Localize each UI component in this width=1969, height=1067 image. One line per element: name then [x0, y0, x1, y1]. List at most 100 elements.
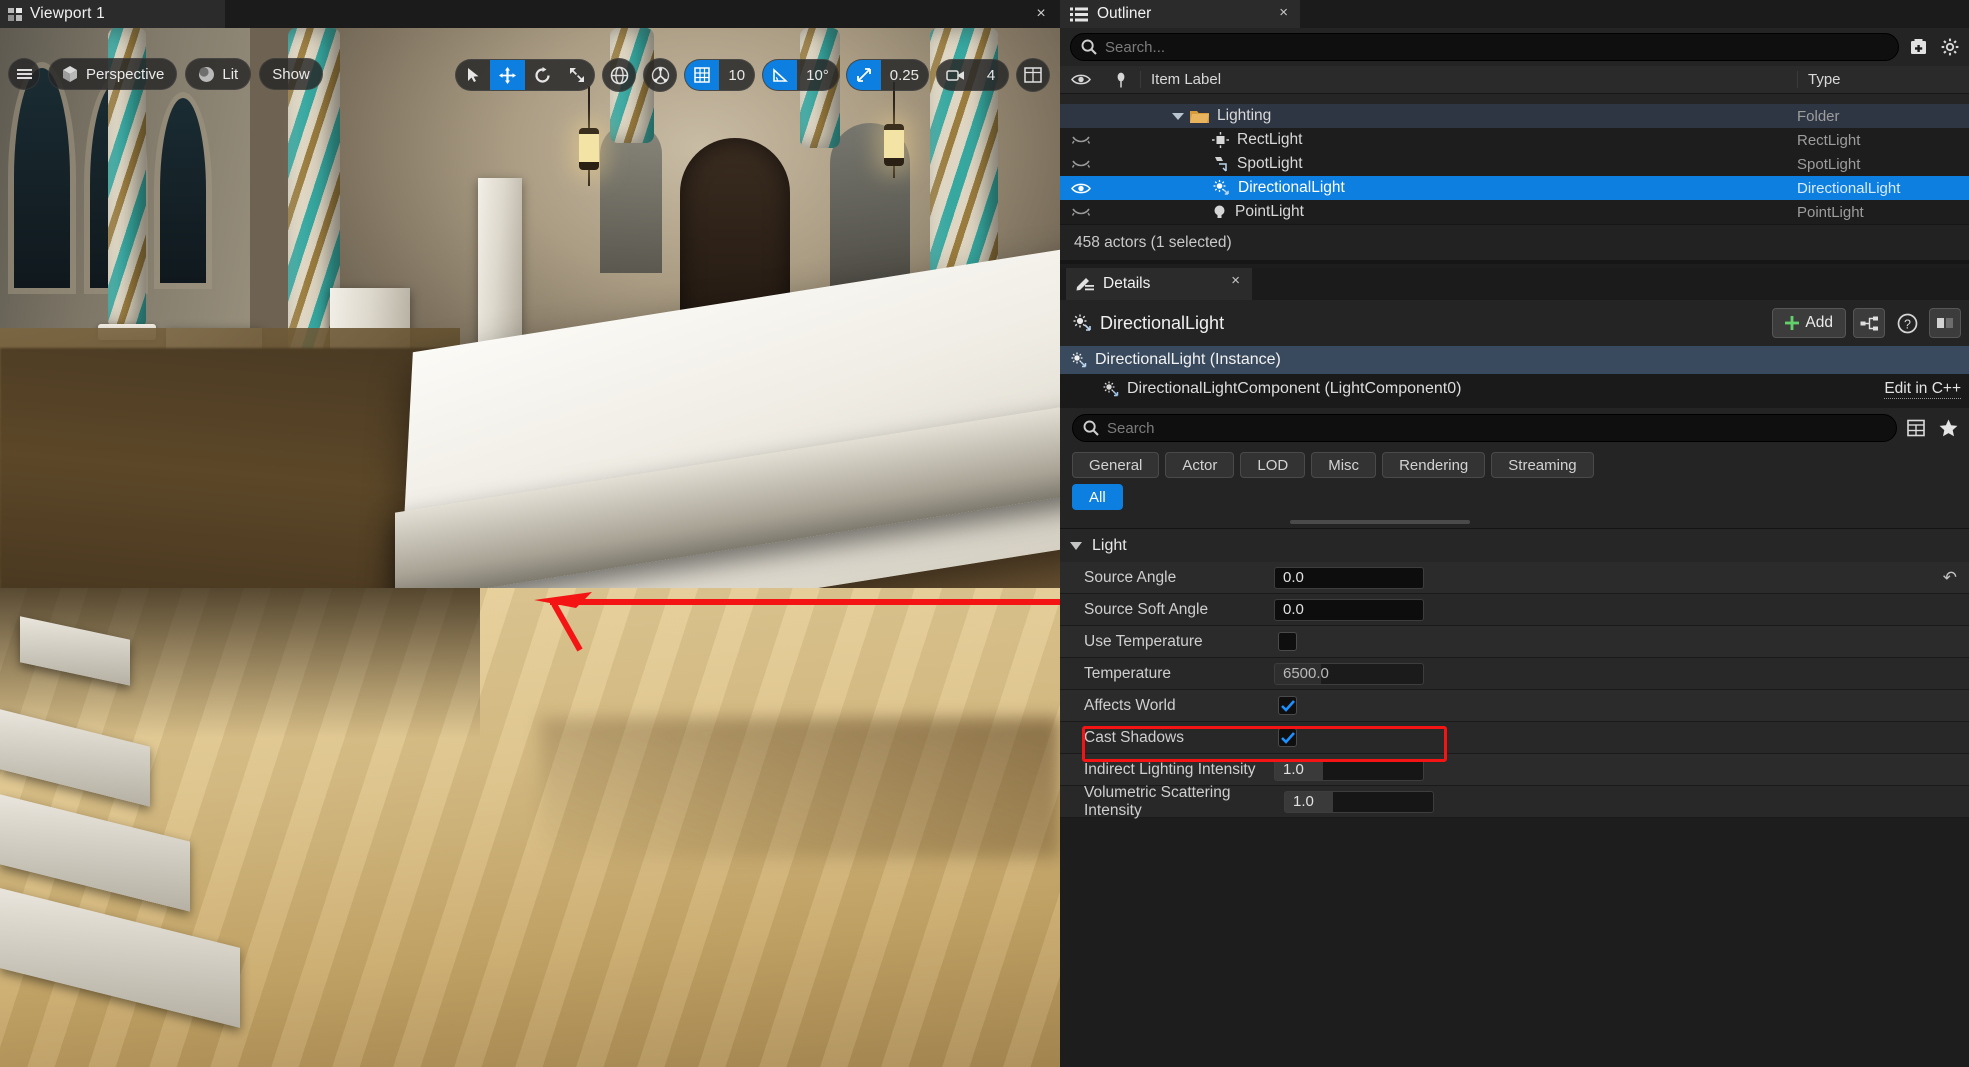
property-row-temperature[interactable]: Temperature 6500.0 [1060, 658, 1969, 690]
column-pin-icon[interactable] [1102, 72, 1140, 88]
cast-shadows-checkbox[interactable] [1278, 728, 1297, 747]
add-component-button[interactable]: Add [1772, 308, 1846, 338]
move-tool-icon[interactable] [490, 60, 526, 90]
table-row-rectlight[interactable]: RectLight RectLight [1060, 128, 1969, 152]
scale-snap-value[interactable]: 0.25 [881, 60, 928, 90]
row-visibility-toggle[interactable] [1060, 159, 1102, 169]
row-visibility-toggle[interactable] [1060, 182, 1102, 195]
row-visibility-toggle[interactable] [1060, 135, 1102, 145]
camera-speed-icon[interactable] [937, 60, 974, 90]
viewport-render-scene[interactable] [0, 28, 1060, 1067]
outliner-search-input[interactable] [1105, 38, 1888, 56]
eye-closed-icon [1071, 136, 1091, 144]
show-menu-button[interactable]: Show [259, 58, 323, 90]
table-row-spotlight[interactable]: SpotLight SpotLight [1060, 152, 1969, 176]
chevron-down-icon[interactable] [1172, 112, 1184, 120]
add-folder-icon[interactable] [1905, 34, 1931, 60]
filter-tab-streaming[interactable]: Streaming [1491, 452, 1594, 478]
property-value-wrap [1270, 632, 1969, 651]
details-actor-name: DirectionalLight [1100, 312, 1225, 333]
tab-details[interactable]: Details × [1066, 268, 1252, 300]
source-soft-angle-input[interactable]: 0.0 [1274, 598, 1424, 621]
eye-open-icon [1071, 183, 1091, 193]
component-row-child[interactable]: DirectionalLightComponent (LightComponen… [1060, 374, 1969, 404]
scale-tool-icon[interactable] [560, 60, 594, 90]
property-row-indirect-lighting-intensity[interactable]: Indirect Lighting Intensity 1.0 [1060, 754, 1969, 786]
viewport-tabbar: Viewport 1 × [0, 0, 1060, 28]
table-row-directionallight[interactable]: DirectionalLight DirectionalLight [1060, 176, 1969, 200]
indirect-lighting-intensity-input[interactable]: 1.0 [1274, 758, 1424, 781]
blueprint-graph-icon[interactable] [1853, 308, 1885, 338]
viewport-tab-close-icon[interactable]: × [1032, 5, 1050, 23]
property-row-use-temperature[interactable]: Use Temperature [1060, 626, 1969, 658]
filter-tab-all[interactable]: All [1072, 484, 1123, 510]
camera-speed-value[interactable]: 4 [974, 60, 1008, 90]
property-row-cast-shadows[interactable]: Cast Shadows [1060, 722, 1969, 754]
tab-viewport-1[interactable]: Viewport 1 [0, 0, 225, 28]
section-header-light[interactable]: Light [1060, 528, 1969, 562]
tab-outliner[interactable]: Outliner × [1060, 0, 1300, 28]
scale-snap-icon[interactable] [846, 60, 881, 90]
point-light-icon [1212, 204, 1227, 220]
grid-snap-value[interactable]: 10 [719, 60, 754, 90]
property-label: Source Soft Angle [1084, 600, 1209, 618]
lit-sphere-icon [199, 66, 215, 82]
use-temperature-checkbox[interactable] [1278, 632, 1297, 651]
property-label: Cast Shadows [1084, 728, 1184, 746]
folder-icon [1190, 109, 1209, 124]
coordinate-system-icon[interactable] [602, 58, 637, 92]
outliner-tab-label: Outliner [1097, 5, 1152, 22]
gear-icon[interactable] [1937, 34, 1963, 60]
details-search-input[interactable] [1107, 419, 1886, 437]
details-search-row [1060, 408, 1969, 448]
details-overflow-icon[interactable] [1929, 308, 1961, 338]
property-row-source-angle[interactable]: Source Angle 0.0 ↶ [1060, 562, 1969, 594]
angle-snap-value[interactable]: 10° [797, 60, 838, 90]
source-angle-input[interactable]: 0.0 [1274, 566, 1424, 589]
camera-mode-button[interactable]: Perspective [48, 58, 178, 90]
volumetric-scattering-intensity-input[interactable]: 1.0 [1284, 790, 1434, 813]
pivot-point-icon[interactable] [643, 58, 678, 92]
table-row-pointlight[interactable]: PointLight PointLight [1060, 200, 1969, 224]
edit-in-cpp-link[interactable]: Edit in C++ [1884, 380, 1961, 399]
details-filter-tabs-row2: All [1060, 478, 1969, 518]
component-row-root[interactable]: DirectionalLight (Instance) [1060, 346, 1969, 374]
column-header-item-label[interactable]: Item Label [1140, 71, 1797, 88]
filter-tab-general[interactable]: General [1072, 452, 1160, 478]
column-header-type[interactable]: Type [1797, 71, 1969, 88]
row-label: RectLight [1237, 131, 1303, 148]
viewport-tab-label: Viewport 1 [30, 5, 105, 22]
filter-tab-rendering[interactable]: Rendering [1382, 452, 1486, 478]
grid-snap-icon[interactable] [685, 60, 720, 90]
column-settings-icon[interactable] [1903, 415, 1929, 441]
view-mode-button[interactable]: Lit [185, 58, 252, 90]
details-close-icon[interactable]: × [1231, 272, 1240, 289]
filter-tab-lod[interactable]: LOD [1240, 452, 1306, 478]
help-question-icon[interactable]: ? [1892, 308, 1922, 338]
panel-divider[interactable] [1060, 260, 1969, 264]
rotate-tool-icon[interactable] [525, 60, 560, 90]
row-visibility-toggle[interactable] [1060, 207, 1102, 217]
reset-to-default-icon[interactable]: ↶ [1943, 568, 1957, 588]
table-row-lighting-folder[interactable]: Lighting Folder [1060, 104, 1969, 128]
property-row-affects-world[interactable]: Affects World [1060, 690, 1969, 722]
affects-world-checkbox[interactable] [1278, 696, 1297, 715]
filter-tab-actor[interactable]: Actor [1165, 452, 1235, 478]
property-row-volumetric-scattering-intensity[interactable]: Volumetric Scattering Intensity 1.0 [1060, 784, 1969, 819]
outliner-close-icon[interactable]: × [1279, 4, 1288, 21]
filter-tab-misc[interactable]: Misc [1311, 452, 1377, 478]
property-row-source-soft-angle[interactable]: Source Soft Angle 0.0 [1060, 594, 1969, 626]
cube-icon [63, 66, 77, 82]
star-icon[interactable] [1935, 415, 1961, 441]
details-search-box[interactable] [1072, 414, 1897, 442]
outliner-search-box[interactable] [1070, 33, 1899, 61]
column-visibility-icon[interactable] [1060, 73, 1102, 86]
viewport-menu-icon[interactable] [8, 58, 40, 90]
table-row[interactable] [1060, 94, 1969, 104]
angle-snap-icon[interactable] [763, 60, 798, 90]
viewport-layout-icon[interactable] [1016, 58, 1050, 92]
plus-icon [1785, 316, 1800, 330]
details-scrollbar[interactable] [1060, 518, 1969, 528]
select-tool-icon[interactable] [456, 60, 490, 90]
temperature-input[interactable]: 6500.0 [1274, 662, 1424, 685]
